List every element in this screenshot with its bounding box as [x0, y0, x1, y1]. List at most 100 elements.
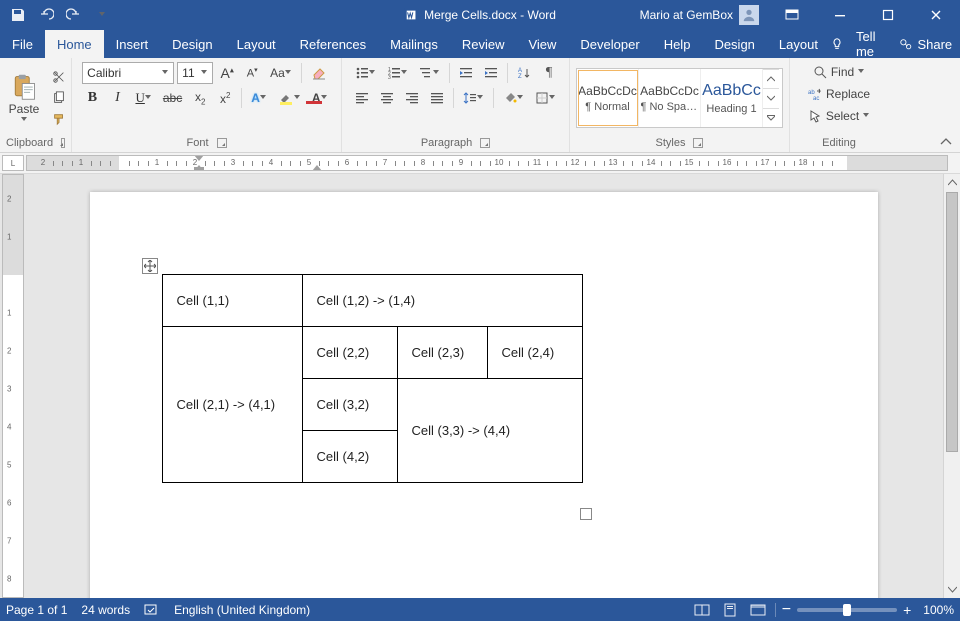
- change-case-button[interactable]: Aa: [266, 62, 296, 84]
- bold-button[interactable]: B: [81, 87, 103, 109]
- text-effects-button[interactable]: A: [247, 87, 271, 109]
- tab-insert[interactable]: Insert: [104, 30, 161, 58]
- tab-references[interactable]: References: [288, 30, 378, 58]
- show-marks-button[interactable]: ¶: [538, 62, 560, 84]
- increase-indent-button[interactable]: [480, 62, 502, 84]
- proofing-icon[interactable]: [144, 603, 160, 617]
- style-heading-1[interactable]: AaBbCc Heading 1: [701, 69, 763, 127]
- align-right-button[interactable]: [401, 87, 423, 109]
- table-cell[interactable]: Cell (2,2): [302, 327, 397, 379]
- scrollbar-thumb[interactable]: [946, 192, 958, 452]
- document-scroll[interactable]: Cell (1,1) Cell (1,2) -> (1,4) Cell (2,1…: [24, 174, 943, 598]
- zoom-slider-thumb[interactable]: [843, 604, 851, 616]
- ruler-corner[interactable]: L: [2, 155, 24, 171]
- zoom-in-button[interactable]: +: [903, 602, 911, 618]
- borders-button[interactable]: [531, 87, 560, 109]
- zoom-slider[interactable]: [797, 608, 897, 612]
- bullets-button[interactable]: [351, 62, 380, 84]
- maximize-button[interactable]: [865, 0, 911, 30]
- vertical-ruler[interactable]: 2112345678: [2, 174, 24, 598]
- page[interactable]: Cell (1,1) Cell (1,2) -> (1,4) Cell (2,1…: [90, 192, 878, 598]
- multilevel-list-button[interactable]: [415, 62, 444, 84]
- scroll-down-button[interactable]: [944, 581, 960, 598]
- copy-button[interactable]: [50, 89, 68, 107]
- chevron-down-icon[interactable]: [763, 88, 779, 107]
- vertical-scrollbar[interactable]: [943, 174, 960, 598]
- qat-customize-icon[interactable]: [91, 4, 113, 26]
- tab-table-design[interactable]: Design: [702, 30, 766, 58]
- save-icon[interactable]: [7, 4, 29, 26]
- italic-button[interactable]: I: [106, 87, 128, 109]
- tab-table-layout[interactable]: Layout: [767, 30, 830, 58]
- line-spacing-button[interactable]: [459, 87, 488, 109]
- status-page[interactable]: Page 1 of 1: [6, 603, 67, 617]
- styles-gallery-scroll[interactable]: [763, 69, 779, 127]
- table-cell[interactable]: Cell (1,2) -> (1,4): [302, 275, 582, 327]
- dialog-launcher-clipboard[interactable]: [61, 138, 65, 148]
- print-layout-button[interactable]: [719, 601, 741, 619]
- status-language[interactable]: English (United Kingdom): [174, 603, 310, 617]
- table-resize-handle[interactable]: [580, 508, 592, 520]
- font-name-combo[interactable]: Calibri: [82, 62, 174, 84]
- find-button[interactable]: Find: [810, 62, 868, 82]
- subscript-button[interactable]: x2: [189, 87, 211, 109]
- style-normal[interactable]: AaBbCcDc ¶ Normal: [577, 69, 639, 127]
- replace-button[interactable]: abac Replace: [805, 84, 873, 104]
- first-line-indent-marker[interactable]: [194, 155, 204, 161]
- shading-button[interactable]: [499, 87, 528, 109]
- grow-font-button[interactable]: A▴: [216, 62, 238, 84]
- numbering-button[interactable]: 123: [383, 62, 412, 84]
- horizontal-ruler[interactable]: 21123456789101112131415161718: [26, 155, 948, 171]
- styles-gallery[interactable]: AaBbCcDc ¶ Normal AaBbCcDc ¶ No Spac... …: [576, 68, 783, 128]
- left-indent-marker[interactable]: [194, 167, 204, 171]
- tab-help[interactable]: Help: [652, 30, 703, 58]
- superscript-button[interactable]: x2: [214, 87, 236, 109]
- close-button[interactable]: [913, 0, 959, 30]
- collapse-ribbon-button[interactable]: [936, 134, 956, 150]
- select-button[interactable]: Select: [805, 106, 873, 126]
- font-size-combo[interactable]: 11: [177, 62, 213, 84]
- underline-button[interactable]: U: [131, 87, 155, 109]
- tell-me[interactable]: Tell me: [844, 30, 888, 58]
- ribbon-display-options-button[interactable]: [769, 0, 815, 30]
- tab-file[interactable]: File: [0, 30, 45, 58]
- zoom-out-button[interactable]: −: [782, 605, 791, 615]
- tell-me-bulb-icon[interactable]: [830, 30, 844, 58]
- tab-view[interactable]: View: [516, 30, 568, 58]
- scroll-up-button[interactable]: [944, 174, 960, 191]
- status-words[interactable]: 24 words: [81, 603, 130, 617]
- tab-review[interactable]: Review: [450, 30, 517, 58]
- table-cell[interactable]: Cell (4,2): [302, 431, 397, 483]
- minimize-button[interactable]: [817, 0, 863, 30]
- highlight-button[interactable]: [274, 87, 305, 109]
- read-mode-button[interactable]: [691, 601, 713, 619]
- strikethrough-button[interactable]: abc: [159, 87, 186, 109]
- document-table[interactable]: Cell (1,1) Cell (1,2) -> (1,4) Cell (2,1…: [162, 274, 583, 483]
- redo-icon[interactable]: [63, 4, 85, 26]
- share-button[interactable]: Share: [887, 30, 960, 58]
- table-cell[interactable]: Cell (2,3): [397, 327, 487, 379]
- styles-more-icon[interactable]: [763, 108, 779, 127]
- table-cell[interactable]: Cell (1,1): [162, 275, 302, 327]
- shrink-font-button[interactable]: A▾: [241, 62, 263, 84]
- right-indent-marker[interactable]: [312, 165, 322, 171]
- tab-design[interactable]: Design: [160, 30, 224, 58]
- style-no-spacing[interactable]: AaBbCcDc ¶ No Spac...: [639, 69, 701, 127]
- zoom-level[interactable]: 100%: [923, 603, 954, 617]
- undo-icon[interactable]: [35, 4, 57, 26]
- chevron-up-icon[interactable]: [763, 69, 779, 88]
- dialog-launcher-paragraph[interactable]: [480, 138, 490, 148]
- cut-button[interactable]: [50, 68, 68, 86]
- align-left-button[interactable]: [351, 87, 373, 109]
- table-row[interactable]: Cell (1,1) Cell (1,2) -> (1,4): [162, 275, 582, 327]
- dialog-launcher-font[interactable]: [217, 138, 227, 148]
- justify-button[interactable]: [426, 87, 448, 109]
- tab-developer[interactable]: Developer: [568, 30, 651, 58]
- table-cell[interactable]: Cell (3,3) -> (4,4): [397, 379, 582, 483]
- table-row[interactable]: Cell (2,1) -> (4,1) Cell (2,2) Cell (2,3…: [162, 327, 582, 379]
- table-cell[interactable]: Cell (3,2): [302, 379, 397, 431]
- align-center-button[interactable]: [376, 87, 398, 109]
- table-move-handle[interactable]: [142, 258, 158, 274]
- web-layout-button[interactable]: [747, 601, 769, 619]
- tab-mailings[interactable]: Mailings: [378, 30, 450, 58]
